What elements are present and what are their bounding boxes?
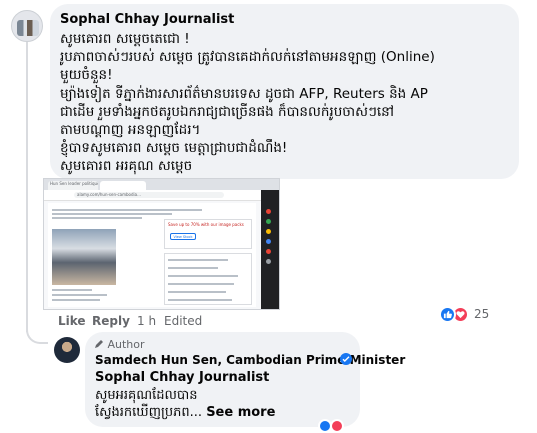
comment-line: រូបភាពចាស់ៗរបស់ សម្តេច ត្រូវបានគេដាក់លក់…: [60, 49, 435, 66]
reaction-count[interactable]: 25: [474, 307, 489, 321]
comment-line: មួយចំនួន!: [60, 67, 113, 84]
side-panel-icon: [266, 249, 271, 254]
comment-line: ជាដើម រួមទាំងអ្នកថតរូបឯករាជ្យជាច្រើនផង ក…: [60, 103, 395, 120]
comment-line: ខ្ញុំបាទសូមគោរព សម្តេច មេត្តាជ្រាបជាដំណឹ…: [60, 140, 288, 157]
text-line: [168, 259, 228, 261]
text-line: [168, 283, 234, 285]
reply-text: Sophal Chhay Journalist សូមអរគុណដែលបាន ស…: [95, 369, 275, 422]
text-line: [52, 294, 107, 296]
attached-screenshot[interactable]: Hun Sen leader politique... alamy.com/hu…: [43, 178, 280, 310]
comment-timestamp[interactable]: 1 h: [137, 314, 156, 328]
side-panel-icon: [266, 209, 271, 214]
reply-line-2: ស្វែងរកឃើញប្រភព... See more: [95, 404, 275, 422]
browser-tab: Hun Sen leader politique...: [48, 181, 98, 190]
commenter-avatar[interactable]: [11, 10, 43, 42]
like-icon[interactable]: [439, 306, 456, 323]
comment-text: សូមគោរព សម្តេចតេជោ ! រូបភាពចាស់ៗរបស់ សម្…: [60, 30, 512, 176]
side-panel-icon: [266, 239, 271, 244]
reply-line: ស្វែងរកឃើញប្រភព...: [95, 405, 203, 420]
promo-text: Save up to 70% with our image packs: [168, 222, 244, 227]
text-line: [168, 291, 226, 293]
thread-connector: [26, 318, 48, 344]
author-badge-label: Author: [107, 338, 145, 351]
browser-url: alamy.com/hun-sen-cambodia...: [74, 192, 224, 198]
comment-line: សូមគោរព អរគុណ សម្តេច: [60, 158, 193, 175]
text-line: [52, 209, 202, 211]
edited-label[interactable]: Edited: [164, 314, 202, 328]
reply-author-name[interactable]: Samdech Hun Sen, Cambodian Prime Ministe…: [95, 353, 405, 367]
view-stock-button: View Stock: [170, 233, 196, 240]
stock-photo: [52, 229, 116, 285]
reply-line: សូមអរគុណដែលបាន: [95, 387, 198, 403]
text-line: [168, 267, 218, 269]
pencil-icon: [95, 340, 103, 348]
text-line: [52, 289, 92, 291]
verified-badge-icon: [340, 353, 352, 365]
comment-line: ម្យ៉ាងទៀត ទីភ្នាក់ងារសារព័ត៌មានបរទេស ដូច…: [60, 85, 428, 102]
see-more-link[interactable]: See more: [206, 405, 275, 420]
side-panel-icon: [266, 259, 271, 264]
love-icon[interactable]: [330, 419, 344, 433]
text-line: [168, 275, 238, 277]
like-button[interactable]: Like: [58, 314, 86, 328]
reply-author-avatar[interactable]: [54, 337, 80, 363]
reply-button[interactable]: Reply: [92, 314, 130, 328]
text-line: [52, 213, 172, 215]
comment-line: តាមបណ្តាញ អនឡាញដែរ។: [60, 122, 201, 139]
text-line: [52, 217, 142, 219]
text-line: [52, 299, 100, 301]
comment-line: សូមគោរព សម្តេចតេជោ !: [60, 31, 190, 47]
thread-line: [26, 42, 28, 332]
browser-tab: [100, 181, 146, 190]
author-badge: Author: [95, 338, 145, 351]
side-panel-icon: [266, 229, 271, 234]
mention-link[interactable]: Sophal Chhay Journalist: [95, 369, 275, 387]
side-panel-icon: [266, 219, 271, 224]
text-line: [168, 299, 232, 301]
commenter-name[interactable]: Sophal Chhay Journalist: [60, 12, 234, 27]
